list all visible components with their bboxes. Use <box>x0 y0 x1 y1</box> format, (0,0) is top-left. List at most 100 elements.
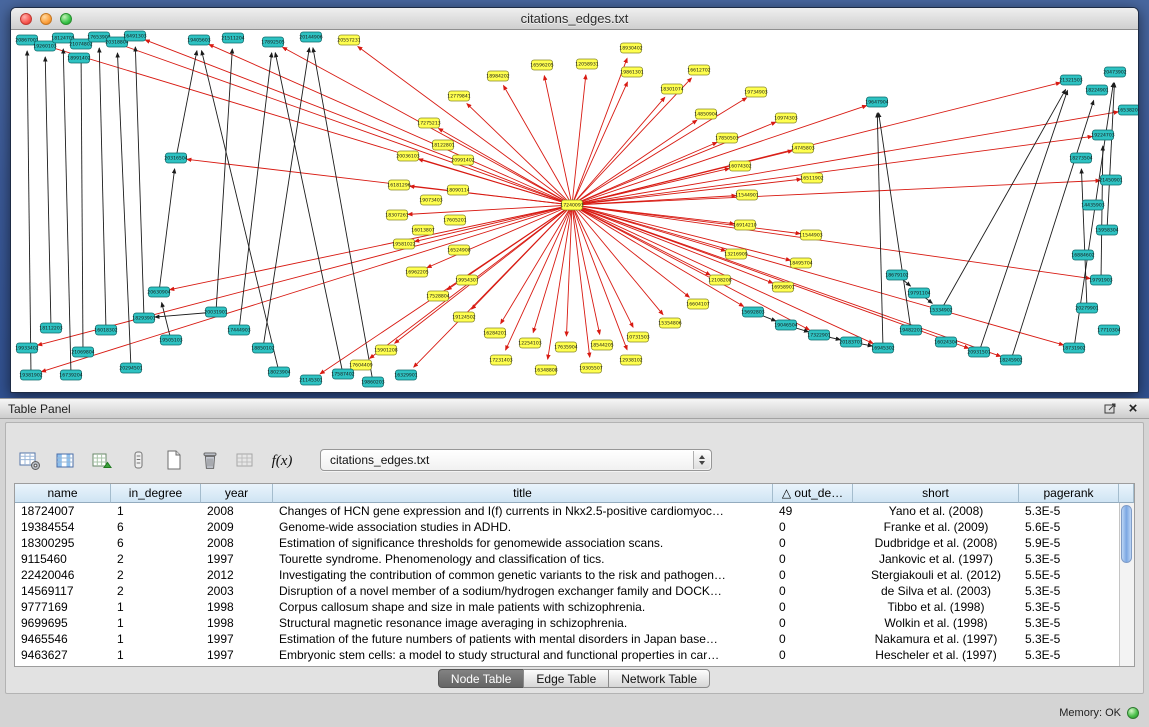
graph-node[interactable]: 12108208 <box>708 275 731 285</box>
graph-edge[interactable] <box>572 205 800 234</box>
column-header-out_de[interactable]: △ out_de… <box>773 484 853 503</box>
network-canvas[interactable]: 1724009318301074198613011205893116596205… <box>11 30 1138 392</box>
graph-edge[interactable] <box>1081 169 1087 308</box>
graph-node[interactable]: 19647904 <box>865 97 888 107</box>
graph-edge[interactable] <box>501 205 572 324</box>
graph-node[interactable]: 17635904 <box>554 342 577 352</box>
graph-node[interactable]: 17322901 <box>807 330 830 340</box>
graph-node[interactable]: 18307261 <box>385 210 408 220</box>
graph-node[interactable]: 20557231 <box>337 35 360 45</box>
graph-node[interactable]: 16945302 <box>871 343 894 353</box>
graph-node[interactable]: 16074302 <box>728 161 751 171</box>
column-header-name[interactable]: name <box>15 484 111 503</box>
graph-node[interactable]: 21069804 <box>71 347 94 357</box>
graph-node[interactable]: 18731902 <box>1062 343 1085 353</box>
graph-edge[interactable] <box>45 57 51 328</box>
graph-node[interactable]: 19073403 <box>419 195 442 205</box>
graph-edge[interactable] <box>41 205 572 372</box>
graph-edge[interactable] <box>941 90 1066 310</box>
close-panel-icon[interactable]: × <box>1125 401 1141 416</box>
graph-edge[interactable] <box>99 48 106 330</box>
graph-node[interactable]: 19381902 <box>19 370 42 380</box>
graph-node[interactable]: 11544903 <box>799 230 822 240</box>
graph-node[interactable]: 16329901 <box>394 370 417 380</box>
graph-edge[interactable] <box>81 55 83 352</box>
table-row[interactable]: 2242004622012Investigating the contribut… <box>15 567 1119 583</box>
table-row[interactable]: 1938455462009Genome-wide association stu… <box>15 519 1119 535</box>
graph-node[interactable]: 19124502 <box>452 312 475 322</box>
graph-edge[interactable] <box>135 47 144 318</box>
graph-node[interactable]: 18273504 <box>1069 153 1092 163</box>
graph-node[interactable]: 17231403 <box>489 355 512 365</box>
graph-node[interactable]: 16958901 <box>771 282 794 292</box>
graph-node[interactable]: 16914210 <box>733 220 756 230</box>
graph-node[interactable]: 16013807 <box>411 225 434 235</box>
graph-node[interactable]: 19933402 <box>15 343 38 353</box>
import-table-icon[interactable] <box>234 449 258 471</box>
graph-edge[interactable] <box>187 159 572 205</box>
graph-node[interactable]: 18293901 <box>132 313 155 323</box>
tab-edge-table[interactable]: Edge Table <box>523 669 609 688</box>
new-column-icon[interactable] <box>162 449 186 471</box>
graph-node[interactable]: 16884602 <box>1071 250 1094 260</box>
graph-edge[interactable] <box>109 41 572 205</box>
graph-edge[interactable] <box>572 83 1060 205</box>
graph-node[interactable]: 14850904 <box>694 109 717 119</box>
graph-node[interactable]: 15958304 <box>1095 225 1118 235</box>
graph-node[interactable]: 20316504 <box>164 153 187 163</box>
column-header-year[interactable]: year <box>201 484 273 503</box>
graph-node[interactable]: 12779841 <box>447 91 470 101</box>
graph-node[interactable]: 16511902 <box>800 173 823 183</box>
table-row[interactable]: 946554611997Estimation of the future num… <box>15 631 1119 647</box>
graph-edge[interactable] <box>275 53 343 374</box>
table-row[interactable]: 969969511998Structural magnetic resonanc… <box>15 615 1119 631</box>
graph-edge[interactable] <box>216 49 232 312</box>
graph-node[interactable]: 16596205 <box>530 60 553 70</box>
graph-node[interactable]: 21511204 <box>221 33 244 43</box>
graph-node[interactable]: 18245902 <box>999 355 1022 365</box>
graph-node[interactable]: 20473902 <box>1103 67 1126 77</box>
graph-edge[interactable] <box>427 205 572 268</box>
graph-node[interactable]: 17444903 <box>227 325 250 335</box>
graph-node[interactable]: 18679102 <box>885 270 908 280</box>
table-row[interactable]: 977716911998Corpus callosum shape and si… <box>15 599 1119 615</box>
graph-node[interactable]: 12058931 <box>575 59 598 69</box>
graph-edge[interactable] <box>63 49 71 375</box>
graph-node[interactable]: 17587402 <box>331 369 354 379</box>
graph-edge[interactable] <box>159 169 175 292</box>
table-row[interactable]: 1872400712008Changes of HCN gene express… <box>15 503 1119 519</box>
graph-edge[interactable] <box>572 58 627 205</box>
graph-node[interactable]: 19482203 <box>899 325 922 335</box>
graph-node[interactable]: 18301074 <box>660 84 683 94</box>
graph-node[interactable]: 18122801 <box>431 140 454 150</box>
show-columns-icon[interactable] <box>54 449 78 471</box>
zoom-window-button[interactable] <box>60 13 72 25</box>
graph-edge[interactable] <box>414 205 572 367</box>
graph-node[interactable]: 14435903 <box>1081 200 1104 210</box>
graph-node[interactable]: 16604107 <box>686 299 709 309</box>
graph-node[interactable]: 12254103 <box>518 338 541 348</box>
vertical-scrollbar[interactable] <box>1119 503 1134 666</box>
graph-node[interactable]: 10731503 <box>626 332 649 342</box>
column-header-in_degree[interactable]: in_degree <box>111 484 201 503</box>
graph-node[interactable]: 19405603 <box>187 35 210 45</box>
graph-edge[interactable] <box>544 76 572 205</box>
tab-node-table[interactable]: Node Table <box>438 669 525 688</box>
graph-edge[interactable] <box>533 205 572 332</box>
graph-node[interactable]: 17528804 <box>426 291 449 301</box>
graph-edge[interactable] <box>170 205 572 290</box>
graph-node[interactable]: 16739204 <box>59 370 82 380</box>
graph-edge[interactable] <box>313 48 373 382</box>
graph-edge[interactable] <box>572 205 790 260</box>
graph-node[interactable]: 18850102 <box>251 343 274 353</box>
graph-node[interactable]: 16348808 <box>534 365 557 375</box>
export-table-icon[interactable] <box>90 449 114 471</box>
graph-node[interactable]: 16181296 <box>387 180 410 190</box>
column-header-pagerank[interactable]: pagerank <box>1019 484 1119 503</box>
graph-node[interactable]: 17605201 <box>443 215 466 225</box>
graph-node[interactable]: 15901208 <box>374 345 397 355</box>
graph-node[interactable]: 19505103 <box>159 335 182 345</box>
graph-node[interactable]: 16538204 <box>1117 105 1138 115</box>
table-row[interactable]: 1456911722003Disruption of a novel membe… <box>15 583 1119 599</box>
graph-node[interactable]: 17710304 <box>1097 325 1120 335</box>
